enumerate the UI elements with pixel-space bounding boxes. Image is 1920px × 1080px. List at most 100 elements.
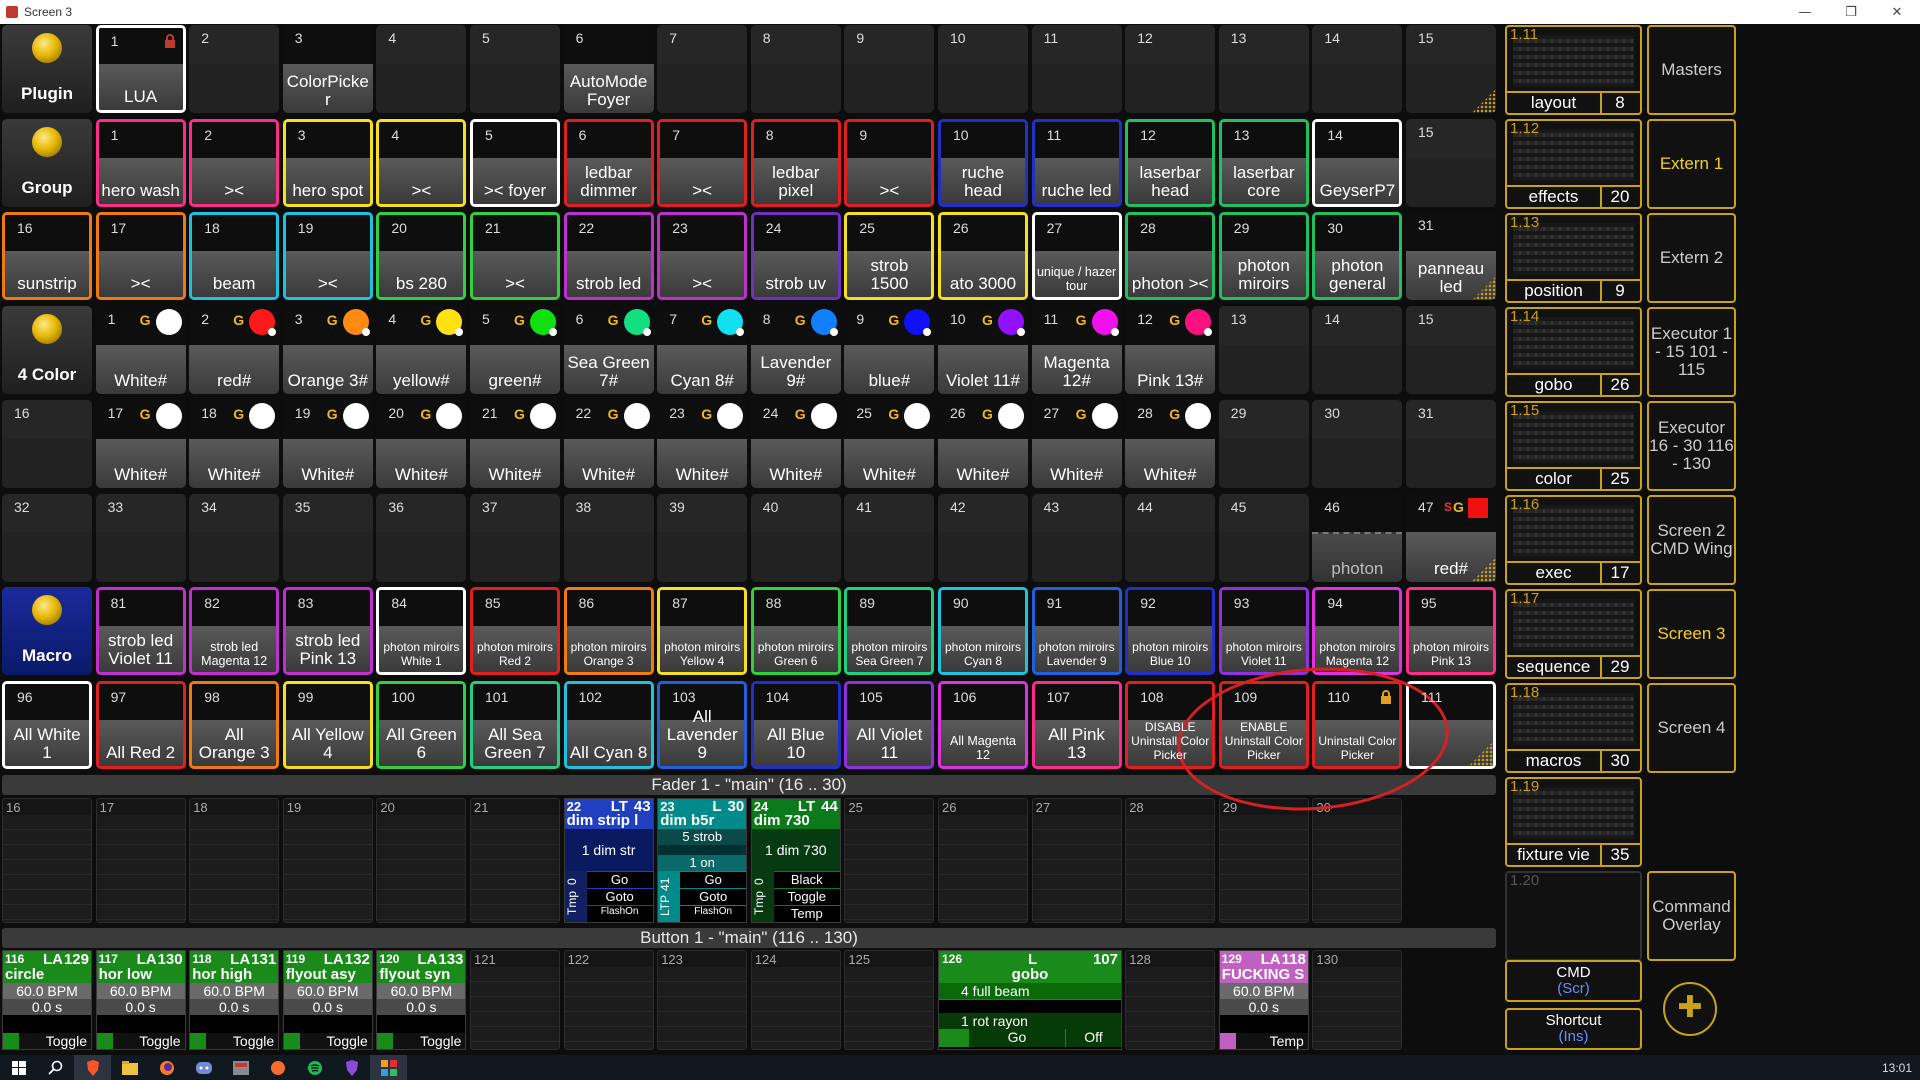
- executor-fader-mode[interactable]: LTP 41: [658, 871, 681, 922]
- view-button-layout[interactable]: 1.11 layout 8: [1505, 25, 1642, 115]
- pool-cell[interactable]: 13 laserbar core: [1218, 118, 1309, 207]
- pool-cell[interactable]: 82 strob led Magenta 12: [189, 587, 280, 676]
- pool-cell[interactable]: 33: [95, 493, 186, 582]
- button-executor-empty[interactable]: 128: [1125, 950, 1216, 1050]
- pool-cell[interactable]: 1 G White#: [95, 306, 186, 395]
- pool-cell[interactable]: 20 bs 280: [376, 212, 467, 301]
- pool-head-4-color[interactable]: 4 Color: [2, 306, 92, 395]
- button-executor-126[interactable]: 126 L 107 gobo 4 full beam 1 rot rayon Go Off: [938, 950, 1122, 1050]
- button-executor-empty[interactable]: 123: [657, 950, 748, 1050]
- pool-cell[interactable]: 27 unique / hazer tour: [1031, 212, 1122, 301]
- pool-cell[interactable]: 22 G White#: [563, 399, 654, 488]
- pool-cell[interactable]: 95 photon miroirs Pink 13: [1406, 587, 1496, 676]
- pool-cell[interactable]: 3 G Orange 3#: [282, 306, 373, 395]
- pool-cell[interactable]: 1 LUA: [95, 25, 186, 113]
- pool-cell[interactable]: 39: [657, 493, 748, 582]
- pool-cell[interactable]: 7 G Cyan 8#: [657, 306, 748, 395]
- pool-cell[interactable]: 98 All Orange 3: [189, 680, 280, 769]
- pool-cell[interactable]: 44: [1125, 493, 1216, 582]
- move-crosshair-icon[interactable]: ✚: [1663, 982, 1717, 1036]
- fader-executor-empty[interactable]: 16: [2, 798, 92, 923]
- pool-cell[interactable]: 6 ledbar dimmer: [563, 118, 654, 207]
- pool-cell[interactable]: 27 G White#: [1031, 399, 1122, 488]
- pool-cell[interactable]: 21 G White#: [470, 399, 560, 488]
- pool-cell[interactable]: 103 All Lavender 9: [657, 680, 748, 769]
- pool-cell[interactable]: 43: [1031, 493, 1122, 582]
- executor-button[interactable]: Toggle: [3, 1033, 91, 1049]
- pool-cell[interactable]: 19 G White#: [282, 399, 373, 488]
- screen-button-screen-2-cmd-wing[interactable]: Screen 2 CMD Wing: [1647, 495, 1736, 585]
- fader-executor-empty[interactable]: 18: [189, 798, 280, 923]
- pool-cell[interactable]: 86 photon miroirs Orange 3: [563, 587, 654, 676]
- resize-corner-icon[interactable]: [1472, 89, 1496, 113]
- executor-button-c[interactable]: FlashOn: [586, 905, 653, 922]
- pool-cell[interactable]: 3 ColorPicke r: [282, 25, 373, 113]
- executor-button-c[interactable]: Temp: [773, 905, 840, 922]
- pool-cell[interactable]: 4: [376, 25, 467, 113]
- pool-cell[interactable]: 26 G White#: [938, 399, 1028, 488]
- search-icon[interactable]: [37, 1055, 74, 1080]
- pool-cell[interactable]: 4 Gyellow#: [376, 306, 467, 395]
- button-executor-129[interactable]: 129 LA 118 FUCKING S 60.0 BPM 0.0 s Temp: [1218, 950, 1309, 1050]
- pool-cell[interactable]: 110 Uninstall Color Picker: [1312, 680, 1403, 769]
- fader-executor-empty[interactable]: 29: [1218, 798, 1309, 923]
- pool-cell[interactable]: 13: [1218, 25, 1309, 113]
- fader-executor-empty[interactable]: 17: [95, 798, 186, 923]
- pool-cell[interactable]: 25 strob 1500: [844, 212, 935, 301]
- pool-cell[interactable]: 4 ><: [376, 118, 467, 207]
- fader-executor-24[interactable]: 24 LT 44 dim 730 1 dim 730 Tmp 0 Black Toggle Tem…: [750, 798, 841, 923]
- executor-button[interactable]: Temp: [1219, 1033, 1308, 1049]
- pool-cell[interactable]: 15: [1406, 25, 1496, 113]
- pool-cell[interactable]: 31 panneau led: [1406, 212, 1496, 301]
- close-button[interactable]: ✕: [1874, 0, 1920, 24]
- pool-cell[interactable]: 107 All Pink 13: [1031, 680, 1122, 769]
- pool-cell[interactable]: 23 ><: [657, 212, 748, 301]
- pool-cell[interactable]: 6 AutoMode Foyer: [563, 25, 654, 113]
- fader-executor-empty[interactable]: 25: [844, 798, 935, 923]
- view-button-gobo[interactable]: 1.14 gobo 26: [1505, 307, 1642, 397]
- app-icon-generic[interactable]: [222, 1055, 259, 1080]
- screen-button-executor-1-15-101-115[interactable]: Executor 1 - 15 101 - 115: [1647, 307, 1736, 397]
- pool-cell[interactable]: 11: [1031, 25, 1122, 113]
- pool-head-macro[interactable]: Macro: [2, 587, 92, 676]
- brave-browser-icon[interactable]: [74, 1055, 111, 1080]
- button-executor-120[interactable]: 120 LA 133 flyout syn 60.0 BPM 0.0 s Toggle: [376, 950, 467, 1050]
- pool-cell[interactable]: 83 strob led Pink 13: [282, 587, 373, 676]
- pool-cell[interactable]: 37: [470, 493, 560, 582]
- pool-cell[interactable]: 42: [938, 493, 1028, 582]
- pool-cell[interactable]: 5 >< foyer: [470, 118, 560, 207]
- fader-executor-empty[interactable]: 21: [470, 798, 560, 923]
- pool-cell[interactable]: 11 ruche led: [1031, 118, 1122, 207]
- pool-cell[interactable]: 24 strob uv: [750, 212, 841, 301]
- pool-cell[interactable]: 92 photon miroirs Blue 10: [1125, 587, 1216, 676]
- executor-fader-mode[interactable]: Tmp 0: [751, 871, 774, 922]
- view-button-color[interactable]: 1.15 color 25: [1505, 401, 1642, 491]
- pool-cell[interactable]: 90 photon miroirs Cyan 8: [938, 587, 1028, 676]
- executor-button[interactable]: Toggle: [377, 1033, 466, 1049]
- pool-cell[interactable]: 100 All Green 6: [376, 680, 467, 769]
- pool-cell[interactable]: 8: [750, 25, 841, 113]
- pool-cell[interactable]: 18 G White#: [189, 399, 280, 488]
- pool-cell[interactable]: 85 photon miroirs Red 2: [470, 587, 560, 676]
- pool-cell[interactable]: 12 laserbar head: [1125, 118, 1216, 207]
- pool-cell[interactable]: 30 photon general: [1312, 212, 1403, 301]
- screen-button-extern-2[interactable]: Extern 2: [1647, 213, 1736, 303]
- executor-button-b[interactable]: Goto: [680, 888, 747, 905]
- pool-cell[interactable]: 10: [938, 25, 1028, 113]
- restore-button[interactable]: ❐: [1828, 0, 1874, 24]
- pool-cell[interactable]: 9: [844, 25, 935, 113]
- button-executor-empty[interactable]: 122: [563, 950, 654, 1050]
- pool-cell[interactable]: 10 G Violet 11#: [938, 306, 1028, 395]
- pool-cell[interactable]: 108 DISABLE Uninstall Color Picker: [1125, 680, 1216, 769]
- button-executor-empty[interactable]: 125: [844, 950, 935, 1050]
- pool-cell[interactable]: 94 photon miroirs Magenta 12: [1312, 587, 1403, 676]
- pool-cell[interactable]: 47 S Gred#: [1406, 493, 1496, 582]
- executor-button-off[interactable]: Off: [1065, 1029, 1121, 1047]
- pool-cell[interactable]: 9 ><: [844, 118, 935, 207]
- executor-button[interactable]: Toggle: [283, 1033, 372, 1049]
- executor-fader-mode[interactable]: Tmp 0: [564, 871, 587, 922]
- button-executor-empty[interactable]: 130: [1312, 950, 1403, 1050]
- view-button-fixture-vie[interactable]: 1.19 fixture vie 35: [1505, 777, 1642, 867]
- screen-button-extern-1[interactable]: Extern 1: [1647, 119, 1736, 209]
- shield-icon[interactable]: [333, 1055, 370, 1080]
